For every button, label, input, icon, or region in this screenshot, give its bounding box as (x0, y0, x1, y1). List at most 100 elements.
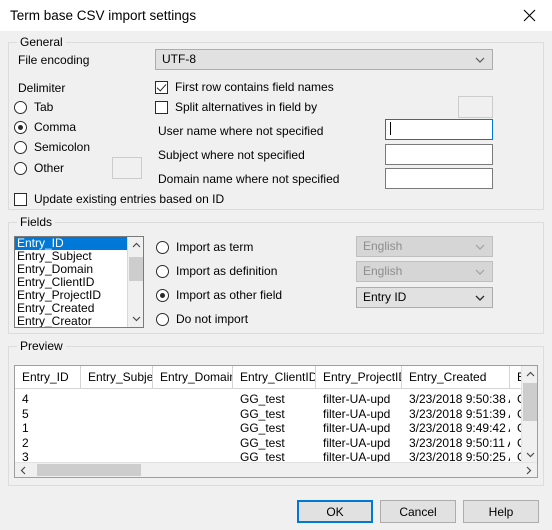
ok-button[interactable]: OK (297, 500, 373, 523)
checkbox-split-alternatives-label: Split alternatives in field by (175, 100, 318, 114)
cell (153, 392, 233, 407)
radio-indicator (14, 120, 27, 134)
cell: 1 (22, 421, 29, 435)
term-language-value: English (363, 239, 403, 253)
close-button[interactable] (507, 0, 552, 30)
file-encoding-combo[interactable]: UTF-8 (155, 49, 493, 70)
list-item[interactable]: Entry_Subject (15, 250, 128, 263)
cell: 3/23/2018 9:50:38 AM (409, 392, 510, 406)
cancel-button[interactable]: Cancel (380, 500, 456, 523)
scroll-left-icon[interactable] (15, 463, 31, 477)
radio-import-as-term-label: Import as term (176, 240, 254, 254)
radio-delimiter-tab-label: Tab (34, 100, 54, 114)
scrollbar-thumb[interactable] (129, 257, 143, 281)
cell: GG_test (240, 435, 285, 450)
checkbox-first-row-field-names[interactable]: First row contains field names (155, 80, 334, 94)
cell (153, 407, 233, 422)
radio-import-as-other-field-label: Import as other field (176, 288, 283, 302)
radio-do-not-import-label: Do not import (176, 312, 249, 326)
radio-do-not-import[interactable]: Do not import (156, 312, 248, 326)
scroll-down-icon[interactable] (128, 311, 143, 327)
preview-vertical-scrollbar[interactable] (521, 366, 537, 463)
cell (81, 436, 153, 451)
list-item[interactable]: Entry_Creator (15, 315, 128, 327)
cell: filter-UA-upd (323, 406, 391, 421)
fields-list-items: Entry_ID Entry_Subject Entry_Domain Entr… (15, 237, 128, 327)
file-encoding-label: File encoding (18, 53, 90, 67)
other-delimiter-input[interactable] (112, 157, 142, 179)
radio-delimiter-tab[interactable]: Tab (14, 100, 53, 114)
checkbox-split-alternatives[interactable]: Split alternatives in field by (155, 100, 317, 114)
cell (81, 392, 153, 407)
cell (81, 407, 153, 422)
other-field-combo[interactable]: Entry ID (356, 287, 493, 308)
radio-delimiter-semicolon-label: Semicolon (34, 140, 91, 154)
column-header[interactable]: Entry_ID (15, 366, 81, 388)
list-item[interactable]: Entry_ClientID (15, 276, 128, 289)
radio-import-as-definition[interactable]: Import as definition (156, 264, 277, 278)
delimiter-label: Delimiter (18, 81, 66, 95)
scroll-up-icon[interactable] (522, 366, 537, 382)
cell: 3/23/2018 9:50:11 AM (409, 435, 510, 450)
term-language-combo[interactable]: English (356, 236, 493, 257)
subject-input[interactable] (385, 144, 493, 165)
chevron-down-icon (475, 288, 485, 307)
cell: GG_test (240, 392, 285, 406)
list-item[interactable]: Entry_Created (15, 302, 128, 315)
table-row[interactable]: 2 GG_test filter-UA-upd 3/23/2018 9:50:1… (15, 436, 523, 451)
scrollbar-thumb[interactable] (523, 383, 537, 421)
radio-indicator (14, 100, 27, 114)
radio-delimiter-semicolon[interactable]: Semicolon (14, 140, 90, 154)
radio-import-as-definition-label: Import as definition (176, 264, 278, 278)
list-item[interactable]: Entry_ProjectID (15, 289, 128, 302)
column-header[interactable]: Entry_ProjectID (316, 366, 402, 388)
fields-listbox[interactable]: Entry_ID Entry_Subject Entry_Domain Entr… (14, 236, 144, 328)
scroll-up-icon[interactable] (128, 237, 143, 253)
cell: filter-UA-upd (323, 421, 391, 435)
scroll-right-icon[interactable] (521, 463, 537, 477)
table-row[interactable]: 4 GG_test filter-UA-upd 3/23/2018 9:50:3… (15, 392, 523, 407)
domain-name-input[interactable] (385, 168, 493, 189)
list-item[interactable]: Entry_Domain (15, 263, 128, 276)
user-name-input[interactable] (385, 119, 493, 140)
chevron-down-icon (475, 50, 485, 69)
definition-language-combo[interactable]: English (356, 261, 493, 282)
cell: 2 (22, 435, 29, 450)
column-header[interactable]: Entry_Domain (153, 366, 233, 388)
page-title: Term base CSV import settings (10, 8, 197, 23)
checkbox-update-existing-label: Update existing entries based on ID (34, 192, 225, 206)
cell (153, 421, 233, 436)
radio-indicator (156, 264, 169, 278)
preview-group-title: Preview (17, 339, 66, 353)
scrollbar-thumb[interactable] (37, 464, 141, 476)
list-item[interactable]: Entry_ID (15, 237, 128, 250)
checkbox-indicator (14, 192, 27, 206)
fields-list-scrollbar[interactable] (127, 237, 143, 327)
preview-table-header-row: Entry_ID Entry_Subject Entry_Domain Entr… (15, 366, 523, 389)
split-alternatives-input[interactable] (458, 96, 493, 118)
fields-group-title: Fields (17, 215, 56, 229)
cell: 3/23/2018 9:51:39 AM (409, 406, 510, 421)
preview-horizontal-scrollbar[interactable] (15, 462, 537, 477)
help-button[interactable]: Help (463, 500, 539, 523)
radio-import-as-term[interactable]: Import as term (156, 240, 253, 254)
radio-indicator (14, 140, 27, 154)
chevron-down-icon (475, 237, 485, 256)
radio-indicator (156, 288, 169, 302)
radio-delimiter-comma[interactable]: Comma (14, 120, 76, 134)
user-name-label: User name where not specified (158, 124, 324, 138)
table-row[interactable]: 1 GG_test filter-UA-upd 3/23/2018 9:49:4… (15, 421, 523, 436)
radio-import-as-other-field[interactable]: Import as other field (156, 288, 282, 302)
radio-delimiter-other[interactable]: Other (14, 161, 64, 175)
cell: filter-UA-upd (323, 435, 391, 450)
scroll-down-icon[interactable] (522, 447, 537, 463)
checkbox-update-existing-entries[interactable]: Update existing entries based on ID (14, 192, 224, 206)
table-row[interactable]: 5 GG_test filter-UA-upd 3/23/2018 9:51:3… (15, 407, 523, 422)
chevron-down-icon (475, 262, 485, 281)
column-header[interactable]: Entry_Created (402, 366, 510, 388)
preview-table[interactable]: Entry_ID Entry_Subject Entry_Domain Entr… (14, 365, 538, 478)
other-field-value: Entry ID (363, 290, 407, 304)
cell (153, 436, 233, 451)
column-header[interactable]: Entry_ClientID (233, 366, 316, 388)
column-header[interactable]: Entry_Subject (81, 366, 153, 388)
